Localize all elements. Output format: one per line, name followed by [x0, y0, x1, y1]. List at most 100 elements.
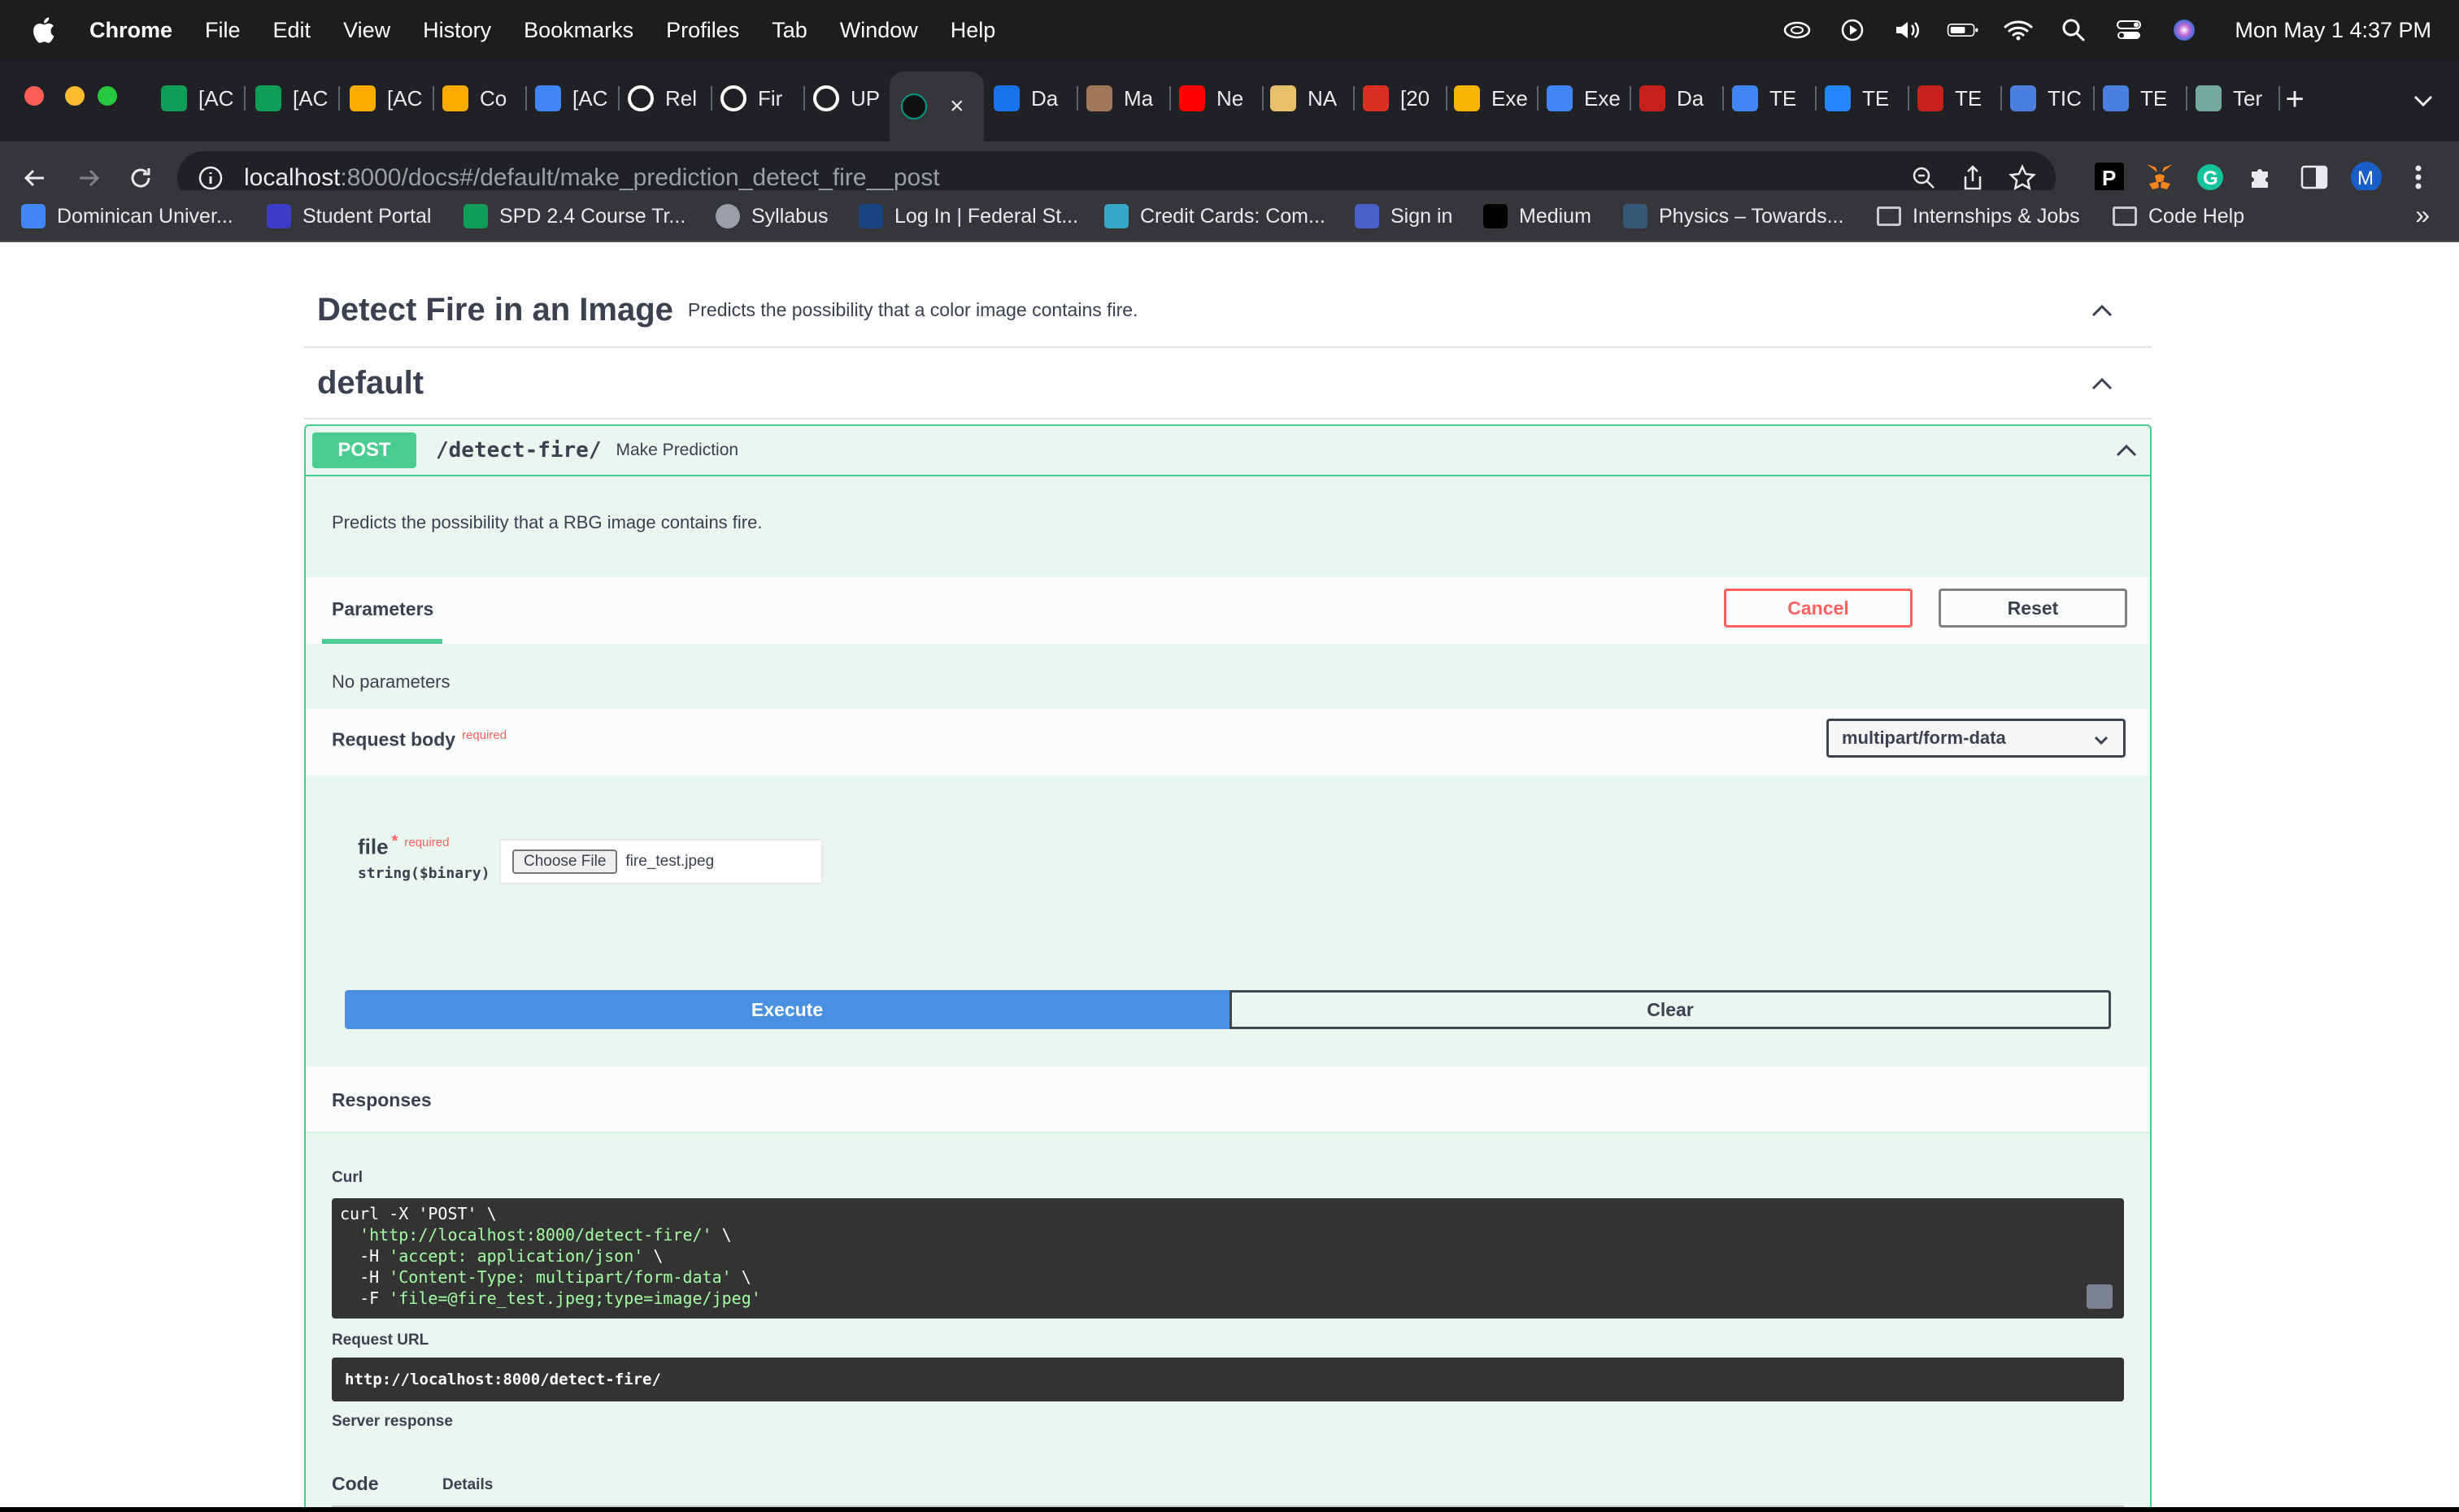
menu-profiles[interactable]: Profiles: [666, 18, 739, 43]
execute-button[interactable]: Execute: [345, 990, 1230, 1029]
bookmark-item[interactable]: Log In | Federal St...: [859, 202, 1078, 231]
browser-tab[interactable]: TIC: [2010, 78, 2095, 119]
menu-view[interactable]: View: [343, 18, 390, 43]
wifi-icon[interactable]: [2002, 16, 2035, 44]
browser-tab[interactable]: Exe: [1454, 78, 1539, 119]
browser-tab[interactable]: TE: [1825, 78, 1909, 119]
spotlight-search-icon[interactable]: [2057, 16, 2090, 44]
tab-separator: [1353, 86, 1355, 111]
menu-window[interactable]: Window: [840, 18, 918, 43]
responses-header: Responses: [306, 1067, 2150, 1133]
browser-tab[interactable]: Ne: [1179, 78, 1264, 119]
bookmark-item[interactable]: Student Portal: [267, 202, 431, 231]
x-icon: [1363, 85, 1389, 111]
tab-close-icon[interactable]: ×: [950, 93, 964, 120]
menu-app-name[interactable]: Chrome: [89, 18, 172, 43]
bookmark-item[interactable]: Sign in: [1355, 202, 1452, 231]
window-zoom-button[interactable]: [98, 86, 117, 106]
browser-tab[interactable]: TE: [1732, 78, 1817, 119]
globe-icon: [716, 204, 740, 228]
tab-title: Exe: [1491, 85, 1528, 111]
control-center-icon[interactable]: [2113, 16, 2145, 44]
copy-to-clipboard-icon[interactable]: [2087, 1284, 2113, 1309]
browser-tab[interactable]: [AC: [350, 78, 434, 119]
bookmark-label: Sign in: [1391, 204, 1453, 228]
browser-tab[interactable]: [AC: [535, 78, 620, 119]
request-url-block[interactable]: http://localhost:8000/detect-fire/: [332, 1358, 2124, 1401]
tab-search-chevron-icon[interactable]: [2407, 85, 2439, 117]
browser-tab[interactable]: Ter: [2196, 78, 2280, 119]
bookmarks-bar: Dominican Univer... Student Portal SPD 2.4…: [0, 190, 2459, 242]
request-body-label: Request body required: [332, 728, 507, 750]
browser-tab[interactable]: [20: [1363, 78, 1447, 119]
tab-active[interactable]: ×: [890, 72, 984, 141]
menu-tab[interactable]: Tab: [772, 18, 807, 43]
browser-tab[interactable]: UP: [813, 78, 898, 119]
bookmark-item[interactable]: Physics – Towards...: [1623, 202, 1843, 231]
tag-default[interactable]: default: [304, 348, 2152, 419]
bookmark-item[interactable]: Medium: [1483, 202, 1591, 231]
parameters-tab[interactable]: Parameters: [332, 598, 433, 620]
folder-icon: [2113, 206, 2137, 226]
chevron-up-icon[interactable]: [2113, 437, 2140, 465]
browser-tab[interactable]: Ma: [1086, 78, 1171, 119]
bookmark-item[interactable]: Syllabus: [716, 202, 829, 231]
menu-help[interactable]: Help: [951, 18, 996, 43]
menu-file[interactable]: File: [205, 18, 241, 43]
menu-edit[interactable]: Edit: [273, 18, 311, 43]
browser-tab[interactable]: Da: [994, 78, 1078, 119]
bookmark-label: Syllabus: [751, 204, 829, 228]
bookmark-item[interactable]: SPD 2.4 Course Tr...: [464, 202, 685, 231]
volume-icon[interactable]: [1891, 16, 1924, 44]
curl-code-block[interactable]: curl -X 'POST' \ 'http://localhost:8000/…: [332, 1198, 2124, 1319]
browser-tab[interactable]: [AC: [255, 78, 340, 119]
clear-button[interactable]: Clear: [1230, 990, 2111, 1029]
cancel-button[interactable]: Cancel: [1724, 589, 1913, 628]
tab-title: [AC: [572, 85, 608, 111]
cloud-status-icon[interactable]: [1781, 16, 1813, 44]
browser-tab[interactable]: TE: [2103, 78, 2187, 119]
chevron-up-icon[interactable]: [2088, 298, 2116, 325]
site-info-icon[interactable]: [197, 164, 224, 192]
tab-separator: [525, 86, 527, 111]
browser-tab[interactable]: Exe: [1547, 78, 1631, 119]
menu-bookmarks[interactable]: Bookmarks: [524, 18, 633, 43]
tab-title: Ter: [2233, 85, 2263, 111]
content-type-select[interactable]: multipart/form-data: [1826, 719, 2126, 758]
play-icon[interactable]: [1836, 16, 1869, 44]
menu-bar-clock[interactable]: Mon May 1 4:37 PM: [2235, 18, 2431, 43]
file-input[interactable]: Choose File fire_test.jpeg: [499, 839, 823, 884]
siri-icon[interactable]: [2168, 16, 2200, 44]
tag-detect-fire[interactable]: Detect Fire in an Image Predicts the pos…: [304, 273, 2152, 348]
browser-tab[interactable]: Co: [442, 78, 527, 119]
share-icon[interactable]: [1960, 164, 1986, 192]
browser-tab[interactable]: TE: [1917, 78, 2002, 119]
url-text[interactable]: localhost:8000/docs#/default/make_predic…: [244, 164, 940, 192]
browser-tab[interactable]: NA: [1270, 78, 1355, 119]
tab-title: TE: [1955, 85, 1982, 111]
new-tab-button[interactable]: +: [2277, 81, 2313, 117]
browser-tab[interactable]: Da: [1639, 78, 1724, 119]
operation-summary[interactable]: POST /detect-fire/ Make Prediction: [306, 426, 2150, 476]
window-close-button[interactable]: [24, 86, 44, 106]
bookmark-star-icon[interactable]: [2009, 164, 2036, 192]
browser-tab[interactable]: Rel: [628, 78, 712, 119]
bookmark-item[interactable]: Internships & Jobs: [1877, 202, 2080, 231]
browser-tab[interactable]: Fir: [720, 78, 805, 119]
bookmark-item[interactable]: Credit Cards: Com...: [1104, 202, 1325, 231]
apple-icon[interactable]: [31, 16, 55, 44]
sheets-icon: [464, 204, 488, 228]
menu-history[interactable]: History: [423, 18, 491, 43]
bookmark-item[interactable]: Dominican Univer...: [21, 202, 233, 231]
window-minimize-button[interactable]: [65, 86, 85, 106]
bars-icon: [1639, 85, 1665, 111]
reset-button[interactable]: Reset: [1939, 589, 2127, 628]
bookmarks-overflow-button[interactable]: »: [2415, 200, 2430, 230]
zoom-icon[interactable]: [1911, 165, 1937, 191]
colab-icon: [350, 85, 376, 111]
bookmark-item[interactable]: Code Help: [2113, 202, 2244, 231]
chevron-up-icon[interactable]: [2088, 371, 2116, 398]
browser-tab[interactable]: [AC: [161, 78, 246, 119]
battery-icon[interactable]: [1947, 16, 1979, 44]
choose-file-button[interactable]: Choose File: [512, 849, 618, 874]
